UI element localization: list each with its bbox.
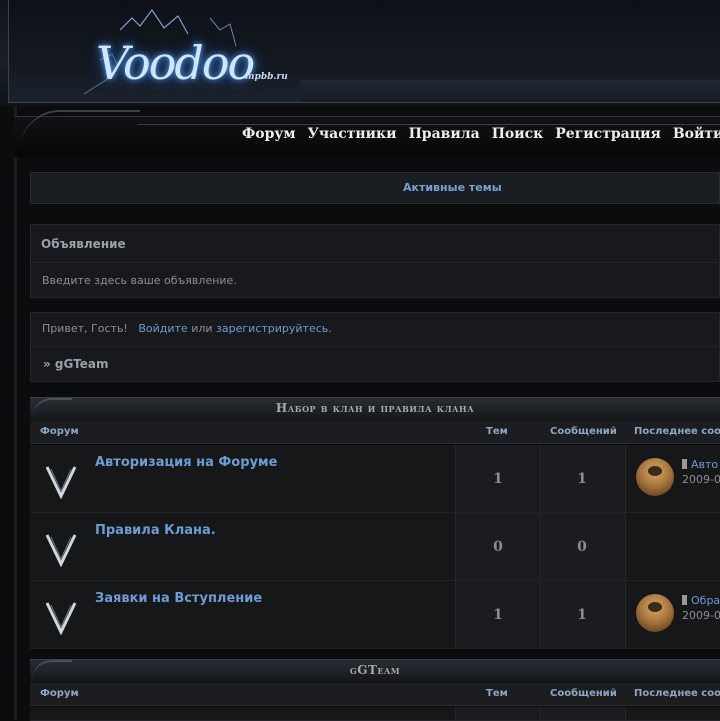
column-headers: Форум Тем Сообщений Последнее соо (30, 421, 720, 444)
nav-menu: Форум Участники Правила Поиск Регистраци… (242, 126, 720, 142)
breadcrumb[interactable]: » gGTeam (43, 357, 109, 371)
avatar[interactable] (636, 458, 674, 496)
col-forum: Форум (40, 426, 79, 437)
last-post-title[interactable]: Авто (691, 458, 718, 471)
site-logo[interactable]: Voodoo mpbb.ru (60, 0, 310, 102)
col-topics: Тем (486, 426, 508, 437)
nav-item-members[interactable]: Участники (308, 126, 397, 142)
register-link[interactable]: зарегистрируйтесь. (216, 322, 332, 335)
nav-item-login[interactable]: Войти (673, 126, 720, 142)
forum-row: Заявки на Вступление 1 1 Обра 2009-0 (30, 581, 720, 649)
announcement-title: Объявление (41, 237, 126, 251)
cell-divider (540, 513, 541, 580)
site-header: Voodoo mpbb.ru (0, 0, 720, 106)
cell-divider (455, 707, 456, 720)
post-icon (682, 459, 687, 469)
category-title[interactable]: gGTeam (30, 663, 720, 677)
divider (31, 262, 720, 263)
topic-count: 1 (493, 607, 503, 623)
column-headers: Форум Тем Сообщений Последнее соо (30, 683, 720, 706)
topic-count: 1 (493, 471, 503, 487)
forum-v-icon (45, 602, 77, 635)
left-frame-edge (14, 106, 17, 720)
divider (31, 346, 720, 347)
cell-divider (540, 445, 541, 512)
forum-row: Правила Клана. 0 0 (30, 513, 720, 581)
logo-text: Voodoo (96, 36, 255, 90)
active-topics-link[interactable]: Активные темы (403, 181, 502, 194)
forum-row: Авторизация на Форуме 1 1 Авто 2009-0 (30, 445, 720, 513)
cell-divider (455, 513, 456, 580)
greeting-text: Привет, Гость! (42, 322, 128, 335)
last-post-title[interactable]: Обра (691, 594, 720, 607)
category-header: Набор в клан и правила клана (30, 397, 720, 422)
last-post-date: 2009-0 (682, 473, 720, 486)
forum-link[interactable]: Заявки на Вступление (95, 591, 262, 606)
avatar[interactable] (636, 594, 674, 632)
nav-item-forum[interactable]: Форум (242, 126, 296, 142)
welcome-line: Привет, Гость! Войдите или зарегистрируй… (42, 322, 332, 335)
col-last-post: Последнее соо (634, 688, 720, 699)
forum-v-icon (45, 466, 77, 499)
nav-item-register[interactable]: Регистрация (555, 126, 661, 142)
col-last-post: Последнее соо (634, 426, 720, 437)
forum-link[interactable]: Авторизация на Форуме (95, 455, 277, 470)
main-nav: Форум Участники Правила Поиск Регистраци… (14, 110, 720, 158)
col-posts: Сообщений (550, 426, 617, 437)
post-count: 1 (577, 471, 587, 487)
cell-divider (540, 707, 541, 720)
last-post-date: 2009-0 (682, 609, 720, 622)
post-icon (682, 595, 687, 605)
post-count: 1 (577, 607, 587, 623)
nav-item-search[interactable]: Поиск (492, 126, 544, 142)
cell-divider (625, 445, 626, 512)
post-count: 0 (577, 539, 587, 555)
welcome-panel: Привет, Гость! Войдите или зарегистрируй… (30, 312, 720, 382)
cell-divider (625, 513, 626, 580)
category-title[interactable]: Набор в клан и правила клана (30, 401, 720, 415)
forum-v-icon (45, 534, 77, 567)
topic-count: 0 (493, 539, 503, 555)
login-link[interactable]: Войдите (138, 322, 187, 335)
header-strip (300, 80, 720, 102)
last-post-link[interactable]: Обра (682, 594, 720, 607)
cell-divider (455, 581, 456, 648)
category-header: gGTeam (30, 659, 720, 684)
nav-curve-decoration (20, 110, 140, 152)
cell-divider (625, 707, 626, 720)
logo-subtitle: mpbb.ru (245, 72, 288, 82)
cell-bg (540, 707, 625, 720)
cell-divider (625, 581, 626, 648)
or-text: или (191, 322, 213, 335)
nav-item-rules[interactable]: Правила (409, 126, 480, 142)
col-forum: Форум (40, 688, 79, 699)
cell-divider (540, 581, 541, 648)
cell-divider (455, 445, 456, 512)
last-post-link[interactable]: Авто (682, 458, 718, 471)
announcement-panel: Объявление Введите здесь ваше объявление… (30, 224, 720, 298)
active-topics-bar: Активные темы (30, 172, 720, 204)
announcement-text: Введите здесь ваше объявление. (42, 274, 237, 287)
nav-line-decoration (138, 124, 720, 125)
forum-row (30, 707, 720, 721)
col-posts: Сообщений (550, 688, 617, 699)
forum-link[interactable]: Правила Клана. (95, 523, 216, 538)
col-topics: Тем (486, 688, 508, 699)
cell-bg (455, 707, 540, 720)
